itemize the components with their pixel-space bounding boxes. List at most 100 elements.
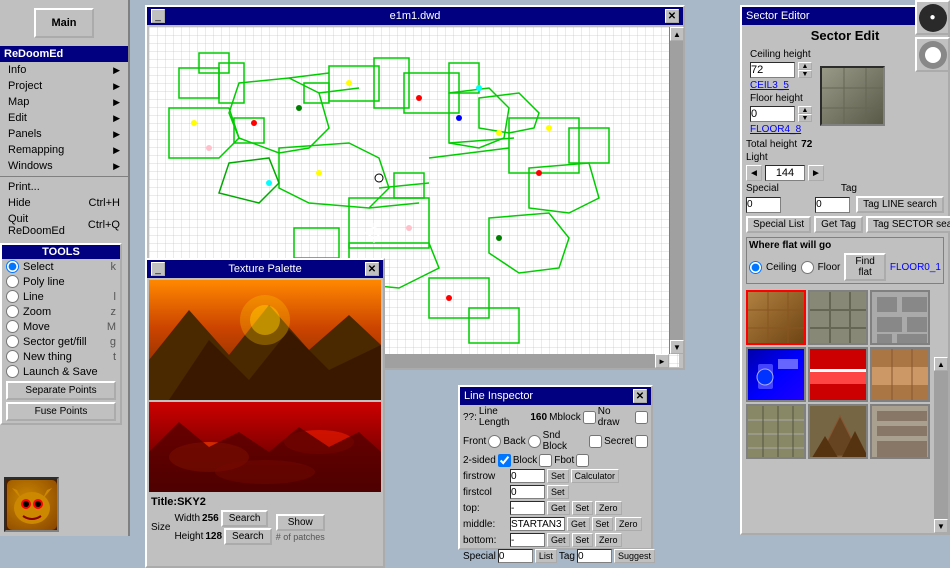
li-list-button[interactable]: List: [535, 549, 557, 563]
li-nodraw-checkbox[interactable]: [635, 411, 648, 424]
map-close-button[interactable]: ✕: [665, 9, 679, 23]
special-list-button[interactable]: Special List: [746, 216, 811, 233]
li-suggest-button[interactable]: Suggest: [614, 549, 655, 563]
tag-sector-search-button[interactable]: Tag SECTOR search: [866, 216, 950, 233]
map-window-minimize[interactable]: _: [151, 9, 165, 23]
tex-cell-6[interactable]: [870, 347, 930, 402]
special-input[interactable]: [746, 197, 781, 213]
light-increase-button[interactable]: ►: [808, 165, 824, 181]
floor-spin[interactable]: ▲ ▼: [798, 106, 812, 122]
li-tag-input[interactable]: [577, 549, 612, 563]
tex-cell-4[interactable]: [746, 347, 806, 402]
li-sndblock-checkbox[interactable]: [589, 435, 602, 448]
tool-move[interactable]: Move M: [2, 319, 120, 334]
tool-new-thing[interactable]: New thing t: [2, 349, 120, 364]
floor-texture-name[interactable]: FLOOR4_8: [750, 124, 801, 135]
li-block-checkbox[interactable]: [539, 454, 552, 467]
tool-select[interactable]: Select k: [2, 259, 120, 274]
li-mblock-checkbox[interactable]: [583, 411, 596, 424]
sector-scroll-down[interactable]: ▼: [934, 519, 948, 533]
tex-cell-2[interactable]: [808, 290, 868, 345]
sector-vscrollbar[interactable]: ▲ ▼: [934, 357, 948, 533]
scroll-right-arrow[interactable]: ►: [655, 354, 669, 368]
tool-polyline[interactable]: Poly line: [2, 274, 120, 289]
li-secret-checkbox[interactable]: [635, 435, 648, 448]
fuse-points-button[interactable]: Fuse Points: [6, 402, 116, 421]
tag-line-search-button[interactable]: Tag LINE search: [856, 196, 944, 213]
li-firstrow-input[interactable]: [510, 469, 545, 483]
li-get-bottom-button[interactable]: Get: [547, 533, 570, 547]
find-flat-button[interactable]: Find flat: [844, 253, 885, 281]
li-twosided-checkbox[interactable]: [498, 454, 511, 467]
li-set-firstrow-button[interactable]: Set: [547, 469, 569, 483]
li-set-top-button[interactable]: Set: [572, 501, 594, 515]
map-vscrollbar[interactable]: ▲ ▼: [669, 27, 683, 354]
menu-item-edit[interactable]: Edit ▶: [0, 110, 128, 126]
app-icon-1[interactable]: ●: [915, 0, 950, 35]
tex-cell-3[interactable]: [870, 290, 930, 345]
ceiling-spin[interactable]: ▲ ▼: [798, 62, 812, 78]
li-front-label: Front: [463, 436, 486, 447]
floor-height-input[interactable]: [750, 106, 795, 122]
scroll-up-arrow[interactable]: ▲: [670, 27, 684, 41]
menu-item-hide[interactable]: Hide Ctrl+H: [0, 195, 128, 211]
scroll-track-v[interactable]: [670, 41, 683, 340]
tex-cell-9[interactable]: [870, 404, 930, 459]
tex-cell-7[interactable]: [746, 404, 806, 459]
li-middle-input[interactable]: [510, 517, 565, 531]
li-zero-bottom-button[interactable]: Zero: [595, 533, 622, 547]
floor-down-button[interactable]: ▼: [798, 114, 812, 122]
sector-scroll-up[interactable]: ▲: [934, 357, 948, 371]
li-top-input[interactable]: [510, 501, 545, 515]
tool-sector-getfill[interactable]: Sector get/fill g: [2, 334, 120, 349]
separate-points-button[interactable]: Separate Points: [6, 381, 116, 400]
li-set-firstcol-button[interactable]: Set: [547, 485, 569, 499]
ceiling-height-input[interactable]: [750, 62, 795, 78]
li-zero-top-button[interactable]: Zero: [595, 501, 622, 515]
menu-item-project[interactable]: Project ▶: [0, 78, 128, 94]
get-tag-button[interactable]: Get Tag: [814, 216, 863, 233]
search-top-button[interactable]: Search: [221, 510, 269, 527]
light-decrease-button[interactable]: ◄: [746, 165, 762, 181]
li-get-middle-button[interactable]: Get: [567, 517, 590, 531]
line-inspector-close[interactable]: ✕: [633, 389, 647, 403]
menu-item-quit[interactable]: Quit ReDoomEd Ctrl+Q: [0, 211, 128, 239]
texture-palette-minimize[interactable]: _: [151, 262, 165, 276]
texture-palette-close[interactable]: ✕: [365, 262, 379, 276]
li-zero-middle-button[interactable]: Zero: [615, 517, 642, 531]
li-fbot-checkbox[interactable]: [576, 454, 589, 467]
main-button[interactable]: Main: [34, 8, 94, 38]
light-input[interactable]: [765, 165, 805, 181]
floor-radio[interactable]: [801, 261, 814, 274]
tex-cell-5[interactable]: [808, 347, 868, 402]
tool-line[interactable]: Line l: [2, 289, 120, 304]
ceiling-radio[interactable]: [749, 261, 762, 274]
floor-up-button[interactable]: ▲: [798, 106, 812, 114]
menu-item-remapping[interactable]: Remapping ▶: [0, 142, 128, 158]
ceiling-up-button[interactable]: ▲: [798, 62, 812, 70]
li-calculator-button[interactable]: Calculator: [571, 469, 620, 483]
li-special-input[interactable]: [498, 549, 533, 563]
menu-item-info[interactable]: Info ▶: [0, 62, 128, 78]
ceiling-down-button[interactable]: ▼: [798, 70, 812, 78]
tag-input[interactable]: [815, 197, 850, 213]
sector-scroll-track[interactable]: [934, 371, 948, 519]
menu-item-windows[interactable]: Windows ▶: [0, 158, 128, 174]
show-button[interactable]: Show: [276, 514, 325, 531]
tex-cell-1[interactable]: [746, 290, 806, 345]
li-get-top-button[interactable]: Get: [547, 501, 570, 515]
scroll-down-arrow[interactable]: ▼: [670, 340, 684, 354]
search-bottom-button[interactable]: Search: [224, 528, 272, 545]
menu-item-map[interactable]: Map ▶: [0, 94, 128, 110]
li-set-bottom-button[interactable]: Set: [572, 533, 594, 547]
app-icon-2[interactable]: [915, 37, 950, 72]
li-set-middle-button[interactable]: Set: [592, 517, 614, 531]
menu-item-panels[interactable]: Panels ▶: [0, 126, 128, 142]
menu-item-print[interactable]: Print...: [0, 179, 128, 195]
tool-launch-save[interactable]: Launch & Save: [2, 364, 120, 379]
tex-cell-8[interactable]: [808, 404, 868, 459]
li-bottom-input[interactable]: [510, 533, 545, 547]
ceiling-texture-name[interactable]: CEIL3_5: [750, 80, 789, 91]
li-firstcol-input[interactable]: [510, 485, 545, 499]
tool-zoom[interactable]: Zoom z: [2, 304, 120, 319]
